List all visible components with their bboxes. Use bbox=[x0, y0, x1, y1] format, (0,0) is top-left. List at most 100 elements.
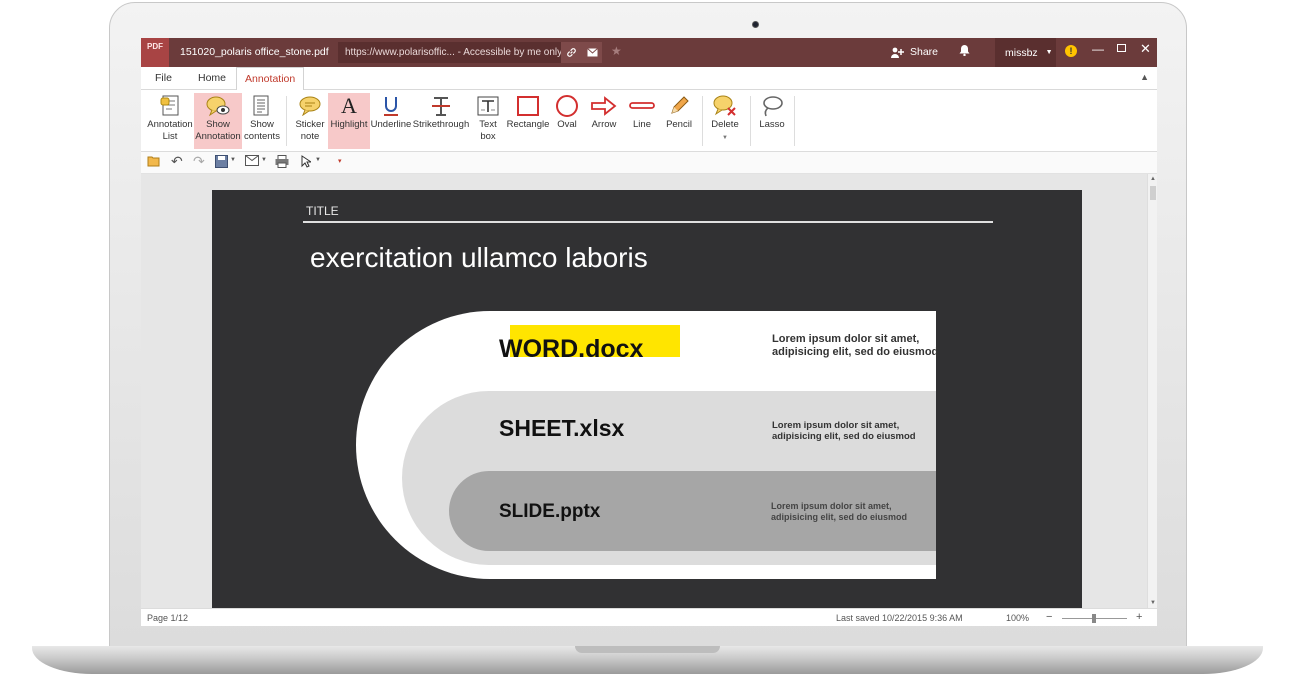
text-box-button[interactable]: Text box bbox=[472, 93, 504, 149]
zoom-in-button[interactable]: + bbox=[1136, 611, 1142, 623]
url-text: https://www.polarisoffic... - Accessible… bbox=[345, 47, 563, 58]
slide-desc: Lorem ipsum dolor sit amet, adipisicing … bbox=[771, 501, 908, 522]
bell-icon[interactable] bbox=[959, 44, 970, 59]
menu-bar: File Home Annotation ▲ bbox=[141, 67, 1157, 91]
lasso-label: Lasso bbox=[759, 119, 785, 130]
sticker-note-label: Sticker note bbox=[295, 119, 325, 142]
slide-title: SLIDE.pptx bbox=[499, 501, 601, 522]
annotation-list-button[interactable]: Annotation List bbox=[145, 93, 195, 149]
minimize-icon[interactable]: — bbox=[1092, 42, 1104, 56]
zoom-slider-handle[interactable] bbox=[1092, 614, 1096, 623]
app-window: PDF 151020_polaris office_stone.pdf http… bbox=[141, 38, 1157, 626]
sheet-desc: Lorem ipsum dolor sit amet, adipisicing … bbox=[772, 420, 916, 442]
scroll-thumb[interactable] bbox=[1150, 186, 1156, 200]
cursor-dropdown-icon[interactable]: ▼ bbox=[315, 157, 321, 163]
slide-label: TITLE bbox=[306, 204, 339, 218]
highlight-button[interactable]: A Highlight bbox=[328, 93, 370, 149]
link-icon[interactable] bbox=[561, 42, 582, 63]
close-icon[interactable]: ✕ bbox=[1140, 41, 1151, 57]
email-icon[interactable] bbox=[245, 155, 259, 169]
annotation-list-icon bbox=[160, 93, 180, 119]
underline-icon bbox=[382, 93, 400, 119]
sheet-title: SHEET.xlsx bbox=[499, 415, 625, 441]
pdf-logo-icon: PDF bbox=[141, 38, 169, 67]
maximize-icon[interactable] bbox=[1117, 44, 1126, 52]
annotation-list-label: Annotation List bbox=[147, 119, 193, 142]
redo-icon[interactable]: ↷ bbox=[193, 153, 205, 170]
show-contents-icon bbox=[252, 93, 272, 119]
share-label: Share bbox=[910, 46, 939, 58]
quick-access-toolbar: ↶ ↷ ▼ ▼ ▼ ▾ bbox=[141, 152, 1157, 174]
zoom-level: 100% bbox=[1006, 613, 1030, 623]
laptop-notch bbox=[575, 646, 720, 653]
underline-button[interactable]: Underline bbox=[370, 93, 412, 149]
ribbon-separator bbox=[702, 96, 703, 146]
print-icon[interactable] bbox=[275, 155, 289, 171]
rectangle-button[interactable]: Rectangle bbox=[505, 93, 551, 149]
vertical-scrollbar[interactable]: ▲ ▼ bbox=[1147, 174, 1157, 608]
chevron-down-icon: ▼ bbox=[1045, 49, 1053, 56]
delete-annotation-icon bbox=[713, 93, 737, 119]
document-title: 151020_polaris office_stone.pdf bbox=[180, 46, 329, 58]
camera-icon bbox=[752, 21, 759, 28]
show-annotation-button[interactable]: Show Annotation bbox=[194, 93, 242, 149]
ribbon-toolbar: Annotation List Show Annotation Show con… bbox=[141, 90, 1157, 152]
username: missbz bbox=[1005, 46, 1038, 59]
delete-button[interactable]: Delete ▼ bbox=[706, 93, 744, 149]
tab-file[interactable]: File bbox=[155, 72, 172, 84]
status-bar: Page 1/12 Last saved 10/22/2015 9:36 AM … bbox=[141, 608, 1157, 626]
sticker-note-button[interactable]: Sticker note bbox=[292, 93, 328, 149]
underline-label: Underline bbox=[370, 119, 412, 130]
arrow-button[interactable]: Arrow bbox=[588, 93, 620, 149]
text-box-label: Text box bbox=[479, 119, 497, 142]
arrow-icon bbox=[591, 93, 617, 119]
word-desc: Lorem ipsum dolor sit amet, adipisicing … bbox=[772, 333, 939, 358]
collapse-ribbon-icon[interactable]: ▲ bbox=[1140, 72, 1149, 82]
ribbon-separator bbox=[750, 96, 751, 146]
tab-annotation[interactable]: Annotation bbox=[236, 67, 305, 91]
oval-button[interactable]: Oval bbox=[552, 93, 582, 149]
undo-icon[interactable]: ↶ bbox=[171, 153, 183, 170]
pencil-label: Pencil bbox=[666, 119, 692, 130]
save-icon[interactable] bbox=[215, 155, 228, 171]
scroll-down-icon[interactable]: ▼ bbox=[1150, 600, 1156, 606]
highlight-icon: A bbox=[341, 93, 357, 118]
scroll-up-icon[interactable]: ▲ bbox=[1150, 176, 1156, 182]
ribbon-separator bbox=[794, 96, 795, 146]
save-dropdown-icon[interactable]: ▼ bbox=[230, 157, 236, 163]
email-dropdown-icon[interactable]: ▼ bbox=[261, 157, 267, 163]
chevron-down-icon: ▼ bbox=[722, 135, 728, 141]
open-folder-icon[interactable] bbox=[147, 155, 161, 170]
mail-icon[interactable] bbox=[582, 42, 602, 63]
share-icon bbox=[891, 47, 904, 58]
strikethrough-button[interactable]: Strikethrough bbox=[412, 93, 470, 149]
lasso-button[interactable]: Lasso bbox=[756, 93, 788, 149]
line-label: Line bbox=[633, 119, 651, 130]
line-icon bbox=[629, 93, 655, 119]
title-bar: PDF 151020_polaris office_stone.pdf http… bbox=[141, 38, 1157, 67]
tab-home[interactable]: Home bbox=[198, 72, 226, 84]
text-box-icon bbox=[477, 93, 499, 119]
share-button[interactable]: Share bbox=[891, 46, 938, 58]
show-contents-button[interactable]: Show contents bbox=[242, 93, 282, 149]
oval-icon bbox=[555, 93, 579, 119]
rectangle-icon bbox=[517, 93, 539, 119]
delete-label: Delete bbox=[711, 119, 739, 130]
last-saved: Last saved 10/22/2015 9:36 AM bbox=[836, 613, 963, 623]
warning-icon[interactable]: ! bbox=[1065, 45, 1077, 57]
show-annotation-icon bbox=[206, 93, 230, 119]
customize-icon[interactable]: ▾ bbox=[338, 157, 342, 165]
zoom-out-button[interactable]: − bbox=[1046, 611, 1052, 623]
pencil-icon bbox=[668, 93, 690, 119]
strikethrough-icon bbox=[431, 93, 451, 119]
pdf-page: TITLE exercitation ullamco laboris WORD.… bbox=[212, 190, 1082, 608]
document-view[interactable]: TITLE exercitation ullamco laboris WORD.… bbox=[141, 174, 1147, 608]
pencil-button[interactable]: Pencil bbox=[662, 93, 696, 149]
user-menu[interactable]: missbz ▼ bbox=[995, 38, 1056, 67]
select-cursor-icon[interactable] bbox=[301, 155, 313, 171]
line-button[interactable]: Line bbox=[627, 93, 657, 149]
star-icon[interactable]: ★ bbox=[611, 44, 622, 58]
slide-heading: exercitation ullamco laboris bbox=[310, 242, 648, 273]
show-contents-label: Show contents bbox=[244, 119, 280, 142]
rectangle-label: Rectangle bbox=[506, 119, 550, 130]
